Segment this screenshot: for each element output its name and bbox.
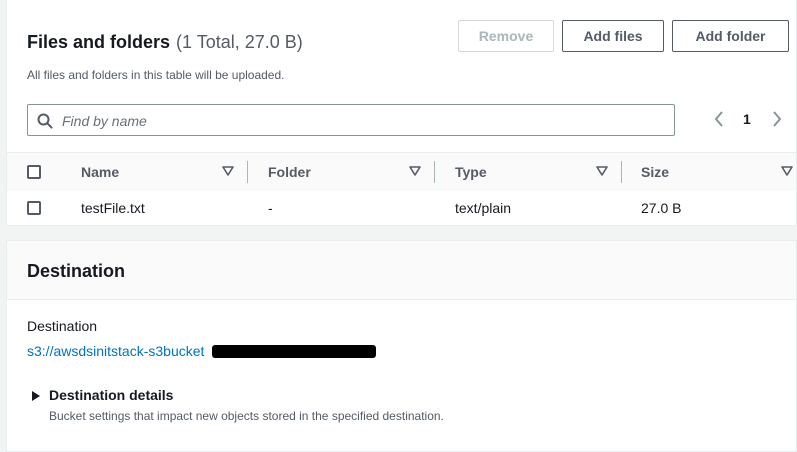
column-header-name[interactable]: Name <box>81 164 119 180</box>
table-row: testFile.txt - text/plain 27.0 B <box>7 191 796 225</box>
column-header-type[interactable]: Type <box>455 164 487 180</box>
row-checkbox[interactable] <box>27 201 41 215</box>
sort-down-icon[interactable] <box>596 166 608 176</box>
files-count: (1 Total, 27.0 B) <box>176 32 303 52</box>
table-header: Name Folder Type Size <box>7 152 796 192</box>
destination-title: Destination <box>27 261 126 281</box>
destination-label: Destination <box>27 318 98 334</box>
search-input[interactable] <box>60 109 664 133</box>
destination-header: Destination <box>7 241 796 300</box>
column-header-size[interactable]: Size <box>641 164 669 180</box>
sort-down-icon[interactable] <box>222 166 234 176</box>
files-and-folders-panel: Files and folders (1 Total, 27.0 B) All f… <box>6 0 797 226</box>
caret-right-icon <box>32 391 40 401</box>
add-files-button[interactable]: Add files <box>562 20 664 52</box>
type-cell: text/plain <box>455 200 512 216</box>
files-panel-title-text: Files and folders <box>27 32 171 52</box>
next-page-icon[interactable] <box>771 110 783 128</box>
sort-down-icon[interactable] <box>409 166 421 176</box>
destination-panel: Destination Destination s3://awsdsinitst… <box>6 240 797 452</box>
folder-cell: - <box>268 200 273 216</box>
page-number[interactable]: 1 <box>743 111 751 127</box>
search-icon <box>37 113 53 129</box>
column-separator[interactable] <box>247 161 248 183</box>
select-all-checkbox[interactable] <box>27 165 41 179</box>
destination-details-label: Destination details <box>49 387 174 403</box>
redaction-bar <box>212 345 376 358</box>
previous-page-icon[interactable] <box>713 110 725 128</box>
sort-down-icon[interactable] <box>781 166 793 176</box>
destination-link[interactable]: s3://awsdsinitstack-s3bucket <box>27 343 204 359</box>
size-cell: 27.0 B <box>641 200 682 216</box>
remove-button[interactable]: Remove <box>458 20 554 52</box>
files-panel-title: Files and folders (1 Total, 27.0 B) <box>27 32 303 53</box>
file-name-cell: testFile.txt <box>81 200 145 216</box>
column-separator[interactable] <box>434 161 435 183</box>
column-separator[interactable] <box>621 161 622 183</box>
column-header-folder[interactable]: Folder <box>268 164 311 180</box>
add-folder-button[interactable]: Add folder <box>672 20 789 52</box>
search-box[interactable] <box>27 104 675 136</box>
files-panel-description: All files and folders in this table will… <box>27 68 285 82</box>
destination-details-description: Bucket settings that impact new objects … <box>49 409 444 423</box>
